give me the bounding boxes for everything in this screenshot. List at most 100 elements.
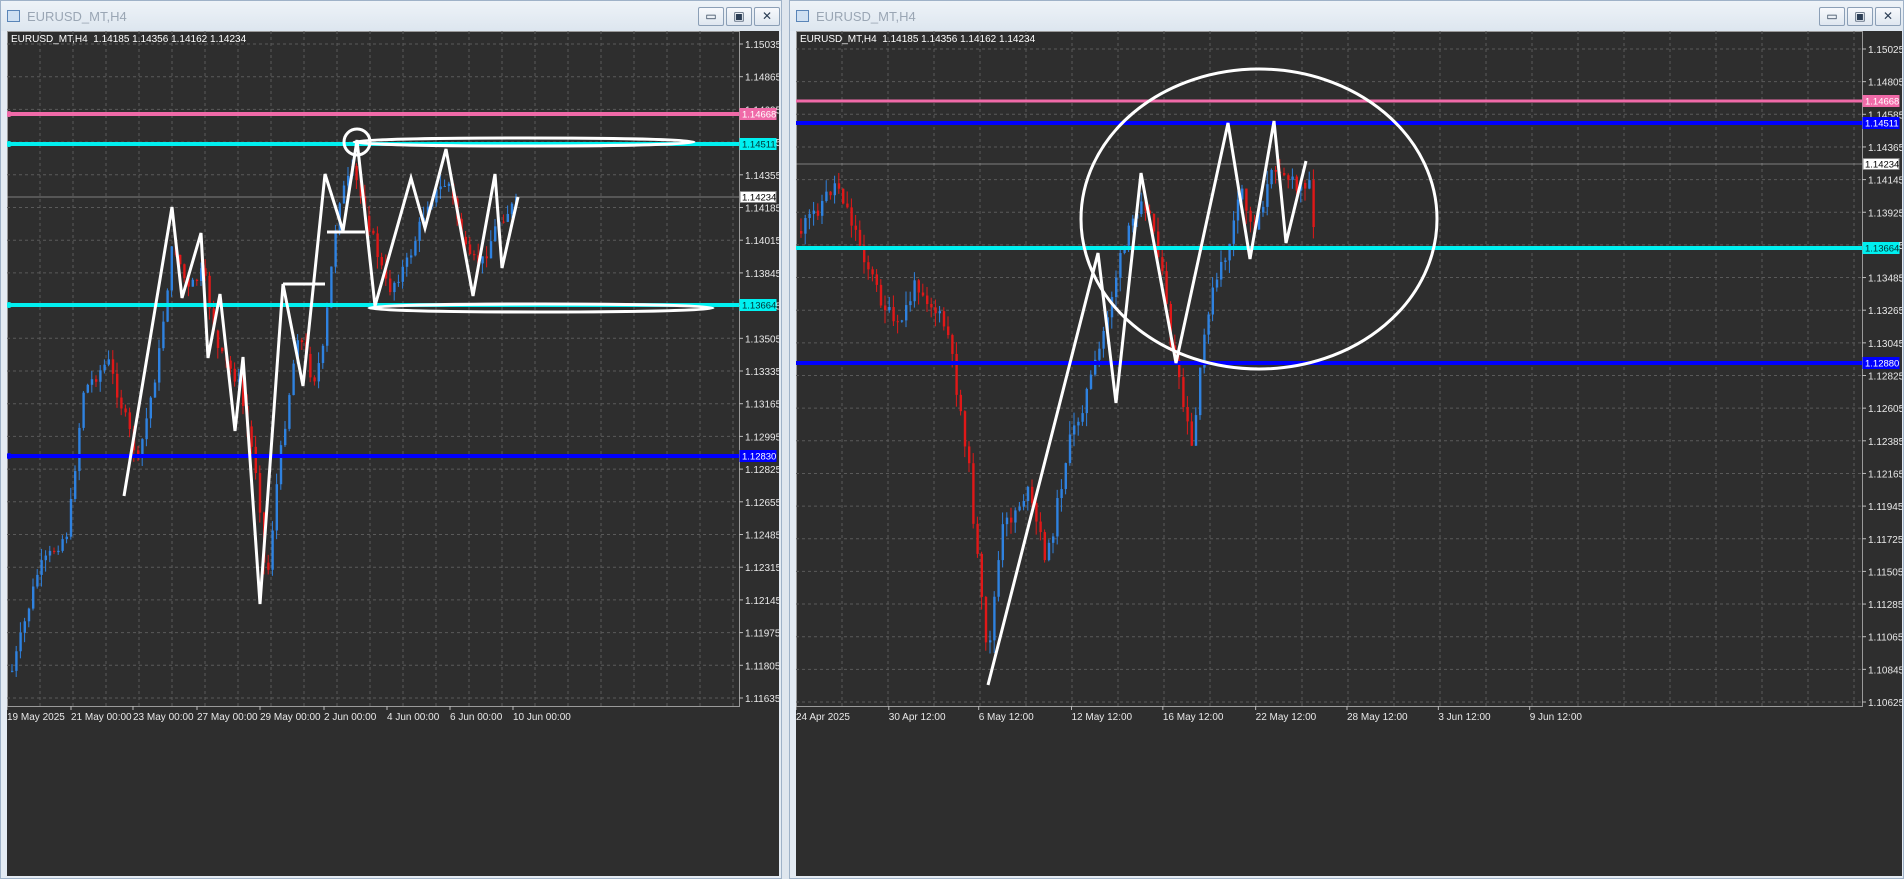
candle-body <box>1047 542 1051 561</box>
candle-body <box>909 301 912 306</box>
candle-body <box>128 412 131 430</box>
candle-body <box>1077 421 1080 426</box>
candle-body <box>216 330 220 348</box>
date-label: 3 Jun 12:00 <box>1438 712 1491 723</box>
candle-body <box>1073 425 1076 435</box>
price-tag-label: 1.14234 <box>742 193 776 204</box>
candle-body <box>418 221 421 241</box>
candle-body <box>439 186 442 190</box>
candle-body <box>116 373 119 398</box>
candle-body <box>376 233 379 258</box>
candle-body <box>1131 218 1135 226</box>
candle-body <box>149 397 152 419</box>
candle-body <box>447 183 451 186</box>
price-chart[interactable]: 1.15025 1.14805 1.14585 1.14365 1.14145 1.139… <box>796 31 1902 876</box>
candle-body <box>506 213 509 222</box>
price-label: 1.11635 <box>745 694 779 705</box>
price-label: 1.13265 <box>1868 306 1902 317</box>
candle-body <box>896 321 899 323</box>
candle-body <box>972 463 975 524</box>
chart-window-left: EURUSD_MT,H4 ▭ ▣ ✕ 1.150351.148651.14695… <box>0 0 782 879</box>
candle-body <box>279 445 283 485</box>
date-label: 28 May 12:00 <box>1347 712 1408 723</box>
candle-body <box>984 596 988 643</box>
candle-body <box>1031 486 1034 503</box>
price-label: 1.10625 <box>1868 698 1902 709</box>
close-button[interactable]: ✕ <box>1875 7 1901 26</box>
candle-body <box>913 280 916 302</box>
window-icon <box>7 10 20 22</box>
candle-body <box>976 523 979 554</box>
price-label: 1.13485 <box>1868 274 1902 285</box>
candle-body <box>804 218 807 234</box>
candle-body <box>145 418 148 440</box>
date-label: 6 Jun 00:00 <box>450 712 503 723</box>
candle-body <box>917 280 920 293</box>
candle-body <box>389 278 392 293</box>
candle-body <box>1194 415 1198 446</box>
candle-body <box>963 411 967 447</box>
candle-body <box>1152 213 1156 232</box>
chart-canvas[interactable]: 1.150351.148651.146951.145251.143551.141… <box>7 31 779 876</box>
candle-body <box>11 670 14 672</box>
window-titlebar[interactable]: EURUSD_MT,H4 ▭ ▣ ✕ <box>790 1 1903 31</box>
price-label: 1.14805 <box>1868 78 1902 89</box>
candle-body <box>342 185 346 204</box>
maximize-button[interactable]: ▣ <box>1847 7 1873 26</box>
candle-body <box>137 450 140 455</box>
candle-body <box>833 183 836 196</box>
candle-body <box>489 241 493 259</box>
candle-body <box>955 353 958 395</box>
price-tag-label: 1.14511 <box>1865 119 1899 130</box>
price-label: 1.13845 <box>745 269 779 280</box>
candle-body <box>1119 253 1122 278</box>
candle-body <box>485 256 488 259</box>
candle-body <box>397 281 400 283</box>
date-label: 21 May 00:00 <box>71 712 132 723</box>
candle-body <box>1215 279 1219 288</box>
candle-body <box>968 446 971 464</box>
candle-body <box>494 226 497 242</box>
candle-body <box>1010 517 1013 523</box>
candle-body <box>405 257 409 267</box>
candle-body <box>900 320 904 322</box>
candle-body <box>1014 510 1017 523</box>
price-label: 1.12995 <box>745 432 779 443</box>
candle-body <box>300 340 304 343</box>
candle-body <box>854 225 857 230</box>
date-label: 2 Jun 00:00 <box>324 712 377 723</box>
candle-body <box>1022 501 1025 507</box>
price-label: 1.14865 <box>745 73 779 84</box>
price-label: 1.12485 <box>745 531 779 542</box>
price-chart[interactable]: 1.150351.148651.146951.145251.143551.141… <box>7 31 779 876</box>
candle-body <box>905 305 908 321</box>
candle-body <box>884 305 887 311</box>
window-title: EURUSD_MT,H4 <box>816 9 916 24</box>
maximize-button[interactable]: ▣ <box>726 7 752 26</box>
window-titlebar[interactable]: EURUSD_MT,H4 ▭ ▣ ✕ <box>1 1 781 31</box>
candle-body <box>1115 277 1118 298</box>
candle-body <box>871 269 874 275</box>
candle-body <box>1312 180 1315 228</box>
candle-body <box>875 274 878 285</box>
candle-body <box>1308 180 1311 189</box>
price-tag-label: 1.12830 <box>742 452 776 463</box>
price-tag-label: 1.14668 <box>1865 97 1899 108</box>
close-button[interactable]: ✕ <box>754 7 780 26</box>
candle-body <box>27 608 31 622</box>
candle-body <box>124 408 127 413</box>
minimize-button[interactable]: ▭ <box>698 7 724 26</box>
minimize-button[interactable]: ▭ <box>1819 7 1845 26</box>
price-tag-label: 1.14511 <box>742 140 776 151</box>
candle-body <box>1262 206 1265 213</box>
candle-body <box>926 295 929 304</box>
candle-body <box>267 562 270 570</box>
price-label: 1.12165 <box>1868 469 1902 480</box>
candle-body <box>15 651 18 671</box>
candle-body <box>78 427 81 472</box>
price-label: 1.13045 <box>1868 339 1902 350</box>
price-tag-label: 1.12880 <box>1865 359 1899 370</box>
candle-body <box>1102 331 1105 349</box>
candle-body <box>120 397 123 409</box>
chart-canvas[interactable]: 1.150251.148051.145851.143651.141451.139… <box>796 31 1902 876</box>
